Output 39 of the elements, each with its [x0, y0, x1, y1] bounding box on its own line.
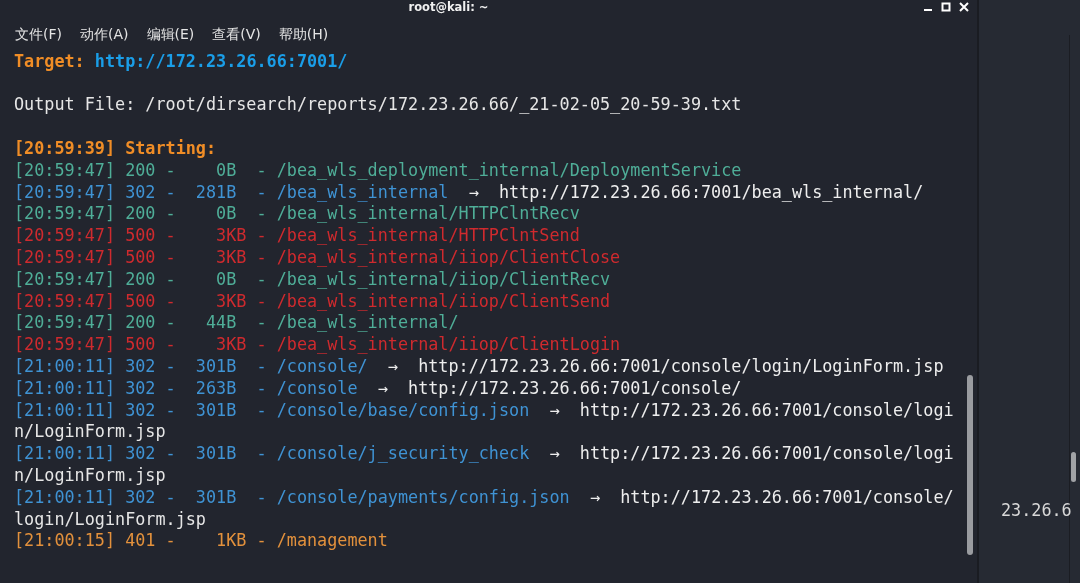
log-entry: [20:59:47] 500 - 3KB - /bea_wls_internal/iiop/ClientLogin [14, 334, 621, 355]
log-entry: [20:59:47] 500 - 3KB - /bea_wls_internal/iiop/ClientClose [14, 247, 621, 268]
redirect-url: → http://172.23.26.66:7001/bea_wls_internal/ [468, 181, 924, 202]
maximize-icon[interactable] [941, 2, 951, 12]
redirect-url: login/LoginForm.jsp [14, 508, 206, 529]
terminal-text: 23.26.6 [1001, 500, 1072, 520]
log-entry: [20:59:47] 200 - 0B - /bea_wls_internal/iiop/ClientRecv [14, 268, 611, 289]
log-entry: [21:00:11] 302 - 301B - /console/ [14, 356, 368, 377]
redirect-url: n/LoginForm.jsp [14, 421, 166, 442]
target-label: Target: [14, 50, 85, 71]
redirect-url: → http://172.23.26.66:7001/console/login/LoginForm.jsp [387, 356, 944, 377]
menu-item[interactable]: 查看(V) [212, 25, 261, 45]
scrollbar-thumb[interactable] [1071, 452, 1076, 482]
menu-item[interactable]: 编辑(E) [146, 25, 195, 45]
log-entry: [21:00:11] 302 - 263B - /console [14, 377, 358, 398]
menu-item[interactable]: 文件(F) [15, 25, 62, 45]
log-entry: [21:00:15] 401 - 1KB - /management [14, 530, 388, 551]
scrollbar-thumb[interactable] [967, 375, 973, 555]
log-entry: [20:59:47] 500 - 3KB - /bea_wls_internal/iiop/ClientSend [14, 290, 611, 311]
start-message: [20:59:39] Starting: [14, 138, 217, 159]
output-file-path: Output File: /root/dirsearch/reports/172.23.26.66/_21-02-05_20-59-39.txt [14, 94, 742, 115]
redirect-url: → http://172.23.26.66:7001/console/logi [549, 443, 954, 464]
menu-item[interactable]: 动作(A) [80, 25, 129, 45]
log-entry: [20:59:47] 200 - 44B - /bea_wls_internal/ [14, 312, 459, 333]
log-entry: [21:00:11] 302 - 301B - /console/base/config.json [14, 399, 530, 420]
log-entry: [20:59:47] 500 - 3KB - /bea_wls_internal/HTTPClntSend [14, 225, 580, 246]
close-icon[interactable] [959, 2, 969, 12]
log-entry: [20:59:47] 200 - 0B - /bea_wls_deployment_internal/DeploymentService [14, 159, 742, 180]
log-entry: [20:59:47] 302 - 281B - /bea_wls_internal [14, 181, 449, 202]
window-title: root@kali: ~ [408, 0, 489, 14]
target-url: http://172.23.26.66:7001/ [94, 50, 348, 71]
log-entry: [21:00:11] 302 - 301B - /console/j_security_check [14, 443, 530, 464]
redirect-url: → http://172.23.26.66:7001/console/ [377, 377, 742, 398]
redirect-url: n/LoginForm.jsp [14, 465, 166, 486]
redirect-url: → http://172.23.26.66:7001/console/logi [549, 399, 954, 420]
menu-item[interactable]: 帮助(H) [278, 25, 329, 45]
redirect-url: → http://172.23.26.66:7001/console/ [589, 486, 954, 507]
log-entry: [21:00:11] 302 - 301B - /console/payments/config.json [14, 486, 570, 507]
log-entry: [20:59:47] 200 - 0B - /bea_wls_internal/HTTPClntRecv [14, 203, 580, 224]
